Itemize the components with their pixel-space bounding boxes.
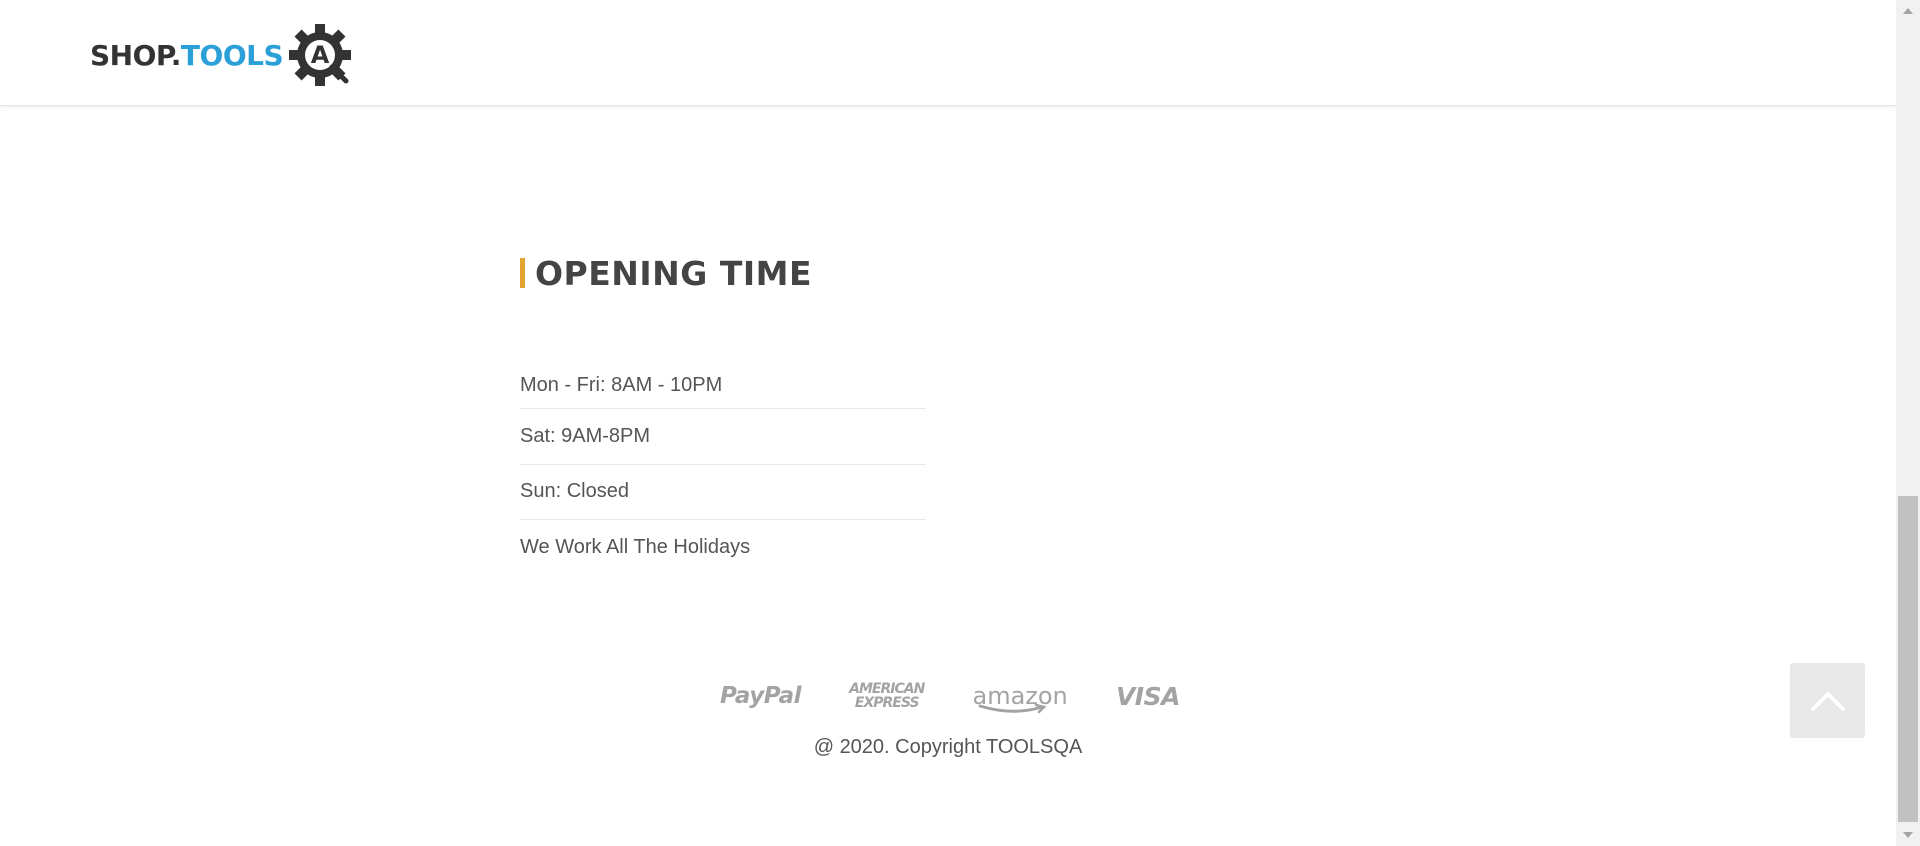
back-to-top-button[interactable] [1790, 663, 1865, 738]
vertical-scrollbar[interactable] [1896, 0, 1920, 846]
logo-text-tools: TOOLS [180, 38, 284, 72]
paypal-icon: PayPal [720, 683, 801, 709]
gear-icon: A [289, 24, 352, 86]
scrollbar-thumb[interactable] [1898, 496, 1918, 822]
list-item: Mon - Fri: 8AM - 10PM [520, 362, 926, 409]
copyright-text: @ 2020. Copyright TOOLSQA [813, 736, 1083, 758]
list-item: Sun: Closed [520, 465, 926, 520]
list-item: We Work All The Holidays [520, 536, 751, 559]
scroll-up-arrow[interactable] [1896, 0, 1920, 22]
chevron-up-icon [1810, 691, 1845, 711]
opening-hours-list: Mon - Fri: 8AM - 10PM Sat: 9AM-8PM Sun: … [520, 362, 926, 576]
logo-text-shop: SHOP. [90, 38, 181, 72]
logo-badge-letter: A [311, 41, 330, 69]
payment-methods: PayPal AMERICAN EXPRESS amazon VISA [720, 676, 1180, 716]
opening-time-title-text: OPENING TIME [535, 253, 813, 293]
amazon-smile-icon [978, 704, 1047, 714]
title-accent-bar [520, 258, 525, 288]
opening-time-title: OPENING TIME [520, 253, 926, 293]
amex-line2: EXPRESS [854, 695, 920, 711]
site-logo[interactable]: SHOP.TOOLS A [90, 22, 353, 88]
amex-line1: AMERICAN [849, 681, 925, 697]
list-item: Sat: 9AM-8PM [520, 409, 926, 465]
visa-icon: VISA [1115, 681, 1181, 711]
american-express-icon: AMERICAN EXPRESS [849, 681, 925, 711]
logo-text: SHOP.TOOLS [90, 38, 284, 72]
amazon-icon: amazon [972, 682, 1068, 714]
opening-time-section: OPENING TIME Mon - Fri: 8AM - 10PM Sat: … [520, 254, 926, 576]
site-header: SHOP.TOOLS A [0, 0, 1896, 106]
scroll-down-arrow[interactable] [1896, 824, 1920, 846]
